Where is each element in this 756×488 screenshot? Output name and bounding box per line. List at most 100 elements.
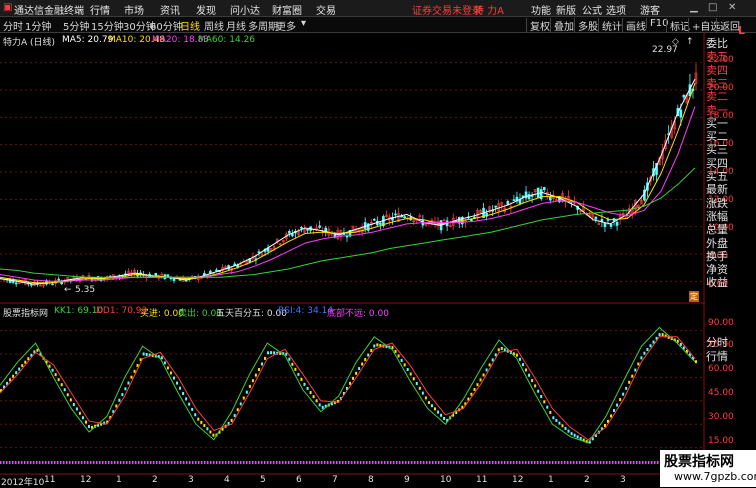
indicator-bar	[133, 369, 136, 373]
signal-tick	[549, 461, 551, 464]
indicator-title[interactable]: 股票指标网	[3, 306, 48, 319]
indicator-bar	[643, 351, 646, 355]
side-tab[interactable]: 分时	[706, 336, 736, 349]
side-label[interactable]: 最新	[706, 183, 736, 196]
overlay-button[interactable]: 叠加	[550, 18, 574, 33]
signal-tick	[90, 461, 92, 464]
menu-discover[interactable]: 发现	[196, 2, 216, 17]
period-tab-multi[interactable]: 多周期	[248, 18, 278, 33]
signal-tick	[483, 461, 485, 464]
period-tab-5min[interactable]: 5分钟	[63, 18, 89, 33]
menu-quotes[interactable]: 行情	[90, 2, 110, 17]
side-logo: L	[738, 24, 746, 37]
indicator-bar	[430, 404, 433, 408]
side-label[interactable]: 卖二	[706, 90, 736, 103]
side-label[interactable]: 买一	[706, 117, 736, 130]
indicator-bar	[18, 367, 21, 371]
signal-tick	[450, 461, 452, 464]
side-label[interactable]: 买二	[706, 130, 736, 143]
candle-body	[172, 278, 176, 281]
signal-tick	[183, 461, 185, 464]
signal-tick	[501, 461, 503, 464]
candle-body	[542, 187, 546, 191]
period-tab-intraday[interactable]: 分时	[3, 18, 23, 33]
timeline-tick: 3	[620, 475, 626, 485]
period-tab-daily[interactable]: 日线	[180, 18, 200, 33]
side-label[interactable]: 收益	[706, 276, 736, 289]
indicator-bar	[197, 417, 200, 421]
period-tab-15min[interactable]: 15分钟	[91, 18, 124, 33]
indicator-bar	[661, 333, 664, 337]
side-label[interactable]: 涨幅	[706, 210, 736, 223]
ma-line-ma60	[0, 167, 696, 278]
chart-header: 特力A (日线)	[3, 38, 56, 48]
signal-tick	[648, 461, 650, 464]
signal-tick	[84, 461, 86, 464]
indicator-bar	[613, 409, 616, 413]
indicator-bar	[185, 397, 188, 401]
side-label[interactable]: 卖一	[706, 104, 736, 117]
menu-ask[interactable]: 问小达	[230, 2, 260, 17]
menu-guest[interactable]: 游客	[640, 2, 660, 17]
period-tab-weekly[interactable]: 周线	[204, 18, 224, 33]
side-label[interactable]: 换手	[706, 250, 736, 263]
menu-formula[interactable]: 公式	[582, 2, 602, 17]
indicator-bar	[69, 398, 72, 402]
stock-name: 特 力A	[474, 6, 505, 17]
menu-news[interactable]: 资讯	[160, 2, 180, 17]
side-label[interactable]: 买五	[706, 170, 736, 183]
close-icon[interactable]: ✕	[728, 2, 736, 13]
side-tab[interactable]: 行情	[706, 350, 736, 363]
minimize-icon[interactable]: ▁	[690, 2, 698, 13]
period-tab-1min[interactable]: 1分钟	[25, 18, 51, 33]
maximize-icon[interactable]: □	[708, 2, 717, 13]
signal-tick	[504, 461, 506, 464]
period-tab-60min[interactable]: 60分钟	[150, 18, 183, 33]
menu-function[interactable]: 功能	[531, 2, 551, 17]
trade-login-status[interactable]: 证券交易未登录	[412, 2, 482, 17]
draw-button[interactable]: 画线	[622, 18, 646, 33]
timeline-tick: 5	[260, 475, 266, 485]
low-price-label: 5.35	[75, 285, 96, 295]
signal-tick	[645, 461, 647, 464]
back-button[interactable]: 返回	[716, 18, 740, 33]
stats-button[interactable]: 统计	[598, 18, 622, 33]
signal-tick	[258, 461, 260, 464]
side-label[interactable]: 卖四	[706, 64, 736, 77]
y-tick: 15.00	[708, 436, 734, 446]
side-label[interactable]: 外盘	[706, 237, 736, 250]
menu-trade[interactable]: 交易	[316, 2, 336, 17]
side-label[interactable]: 买三	[706, 143, 736, 156]
multi-stock-button[interactable]: 多股	[574, 18, 598, 33]
menu-options[interactable]: 选项	[606, 2, 626, 17]
menu-community[interactable]: 财富圈	[272, 2, 302, 17]
chart-area[interactable]	[0, 33, 705, 487]
indicator-bar	[631, 374, 634, 378]
signal-tick	[75, 461, 77, 464]
weight-marker-icon[interactable]: 定	[689, 291, 699, 302]
signal-tick	[54, 461, 56, 464]
signal-tick	[165, 461, 167, 464]
side-label[interactable]: 涨跌	[706, 197, 736, 210]
side-label[interactable]: 卖三	[706, 77, 736, 90]
signal-tick	[552, 461, 554, 464]
indicator-bar	[245, 390, 248, 394]
side-label[interactable]: 委比	[706, 37, 736, 50]
mark-button[interactable]: 标记	[666, 18, 690, 33]
signal-tick	[237, 461, 239, 464]
period-tab-more[interactable]: 更多	[276, 18, 296, 33]
candle-body	[257, 251, 261, 253]
side-label[interactable]: 卖五	[706, 50, 736, 63]
side-label[interactable]: 总量	[706, 223, 736, 236]
adjust-button[interactable]: 复权	[526, 18, 550, 33]
period-tab-monthly[interactable]: 月线	[226, 18, 246, 33]
side-label[interactable]: 买四	[706, 157, 736, 170]
menu-market[interactable]: 市场	[124, 2, 144, 17]
indicator-bar	[358, 367, 361, 371]
menu-new-version[interactable]: 新版	[556, 2, 576, 17]
signal-tick	[63, 461, 65, 464]
signal-tick	[252, 461, 254, 464]
chevron-down-icon[interactable]: ▾	[301, 18, 306, 29]
signal-tick	[159, 461, 161, 464]
side-label[interactable]: 净资	[706, 263, 736, 276]
